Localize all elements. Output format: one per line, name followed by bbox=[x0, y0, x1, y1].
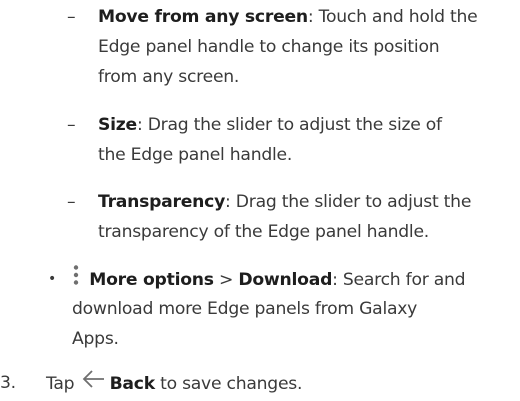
document-page: – Move from any screen: Touch and hold t… bbox=[0, 0, 520, 401]
bullet-marker: • bbox=[48, 271, 57, 287]
dash-marker: – bbox=[67, 115, 76, 135]
item-text: from any screen. bbox=[98, 67, 240, 87]
list-item: – Transparency: Drag the slider to adjus… bbox=[0, 187, 520, 247]
more-options-label: More options bbox=[89, 270, 214, 290]
step-number: 3. bbox=[0, 373, 16, 393]
list-item: • More options > Download: Search for an… bbox=[0, 264, 520, 354]
item-title: Size bbox=[98, 115, 137, 135]
download-label: Download bbox=[238, 270, 333, 290]
back-label: Back bbox=[109, 374, 156, 394]
list-item: – Size: Drag the slider to adjust the si… bbox=[0, 110, 520, 170]
list-item: – Move from any screen: Touch and hold t… bbox=[0, 2, 520, 92]
more-options-icon bbox=[72, 264, 80, 296]
item-text: : Touch and hold the bbox=[307, 7, 478, 27]
item-text: Edge panel handle to change its position bbox=[98, 37, 440, 57]
item-text: : Drag the slider to adjust the bbox=[225, 192, 472, 212]
dash-marker: – bbox=[67, 7, 76, 27]
item-text: : Search for and bbox=[332, 270, 466, 290]
step-item: 3. Tap Back to save changes. bbox=[0, 368, 520, 398]
menu-separator: > bbox=[213, 270, 239, 290]
dash-marker: – bbox=[67, 192, 76, 212]
item-title: Move from any screen bbox=[98, 7, 308, 27]
step-suffix: to save changes. bbox=[154, 374, 303, 394]
item-text: Apps. bbox=[72, 329, 119, 349]
item-text: transparency of the Edge panel handle. bbox=[98, 222, 429, 242]
item-text: the Edge panel handle. bbox=[98, 145, 293, 165]
item-text: download more Edge panels from Galaxy bbox=[72, 299, 418, 319]
item-title: Transparency bbox=[98, 192, 226, 212]
step-prefix: Tap bbox=[46, 374, 80, 394]
item-text: : Drag the slider to adjust the size of bbox=[136, 115, 442, 135]
back-icon bbox=[80, 368, 106, 400]
